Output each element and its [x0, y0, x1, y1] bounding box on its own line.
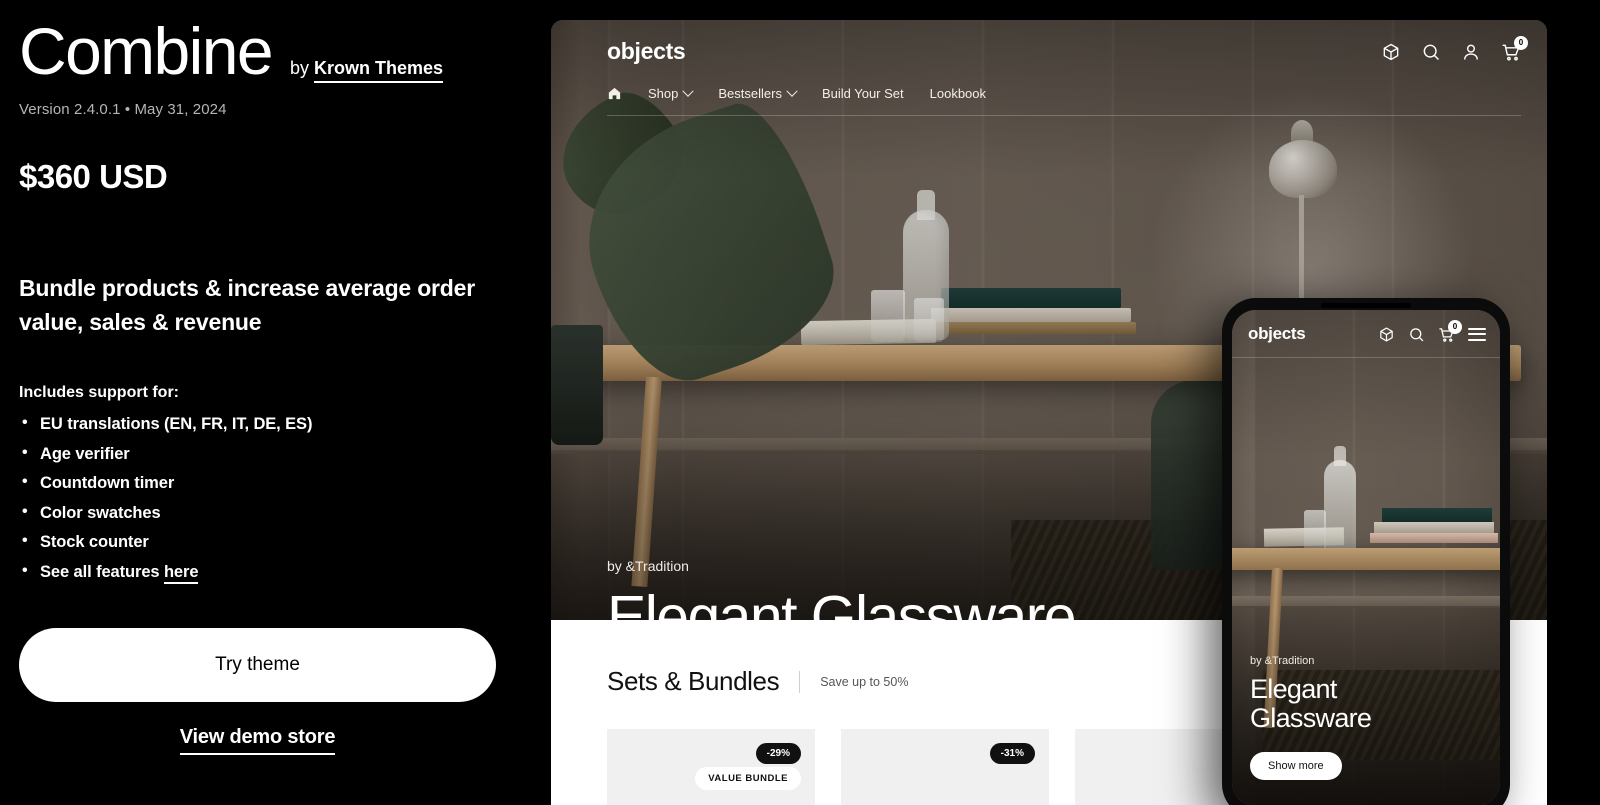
- cart-icon[interactable]: 0: [1501, 35, 1528, 62]
- nav-item-bestsellers[interactable]: Bestsellers: [718, 85, 798, 101]
- nav-item-home[interactable]: [607, 86, 622, 101]
- theme-info-sidebar: Combine by Krown Themes Version 2.4.0.1 …: [0, 0, 551, 805]
- byline: by Krown Themes: [290, 58, 443, 83]
- nav-label: Bestsellers: [718, 86, 782, 101]
- search-icon[interactable]: [1408, 326, 1425, 343]
- mobile-header: objects 0: [1232, 310, 1500, 358]
- list-item: Color swatches: [19, 503, 527, 522]
- site-nav: Shop Bestsellers Build Your Set Lookbook: [607, 85, 1521, 116]
- account-icon[interactable]: [1461, 42, 1481, 62]
- demo-link-wrap: View demo store: [19, 726, 496, 756]
- mobile-screen: objects 0 by &Tradition Elegant Glasswar…: [1232, 310, 1500, 805]
- mobile-hero-title-line1: Elegant: [1250, 674, 1337, 705]
- list-item: See all features here: [19, 562, 527, 584]
- all-features-link[interactable]: here: [163, 562, 199, 584]
- feature-list: EU translations (EN, FR, IT, DE, ES) Age…: [19, 415, 527, 584]
- byline-prefix: by: [289, 58, 309, 78]
- tagline: Bundle products & increase average order…: [19, 275, 475, 336]
- nav-item-build-your-set[interactable]: Build Your Set: [822, 86, 904, 101]
- divider: [799, 670, 801, 693]
- nav-label: Lookbook: [929, 86, 987, 101]
- home-icon: [608, 87, 621, 100]
- list-item: Countdown timer: [19, 474, 527, 493]
- bundles-subtitle: Save up to 50%: [820, 674, 909, 689]
- mobile-hero-vendor: by &Tradition: [1250, 655, 1315, 668]
- package-icon[interactable]: [1378, 326, 1395, 343]
- mobile-icon-group: 0: [1378, 319, 1486, 343]
- feature-text: Countdown timer: [40, 474, 175, 493]
- mobile-hero-copy: by &Tradition Elegant Glassware Show mor…: [1250, 655, 1372, 780]
- feature-text: EU translations (EN, FR, IT, DE, ES): [40, 415, 313, 434]
- menu-icon[interactable]: [1468, 327, 1486, 341]
- nav-item-lookbook[interactable]: Lookbook: [930, 86, 986, 101]
- search-icon[interactable]: [1421, 42, 1441, 62]
- theme-detail-page: Combine by Krown Themes Version 2.4.0.1 …: [0, 0, 1600, 805]
- phone-speaker: [1321, 303, 1411, 308]
- header-icon-group: 0: [1381, 35, 1528, 62]
- nav-item-shop[interactable]: Shop: [648, 85, 695, 101]
- title-row: Combine by Krown Themes: [19, 18, 527, 84]
- theme-preview-area: objects 0 Shop Bestsellers Build Your Se…: [551, 0, 1600, 805]
- version-date: Version 2.4.0.1 • May 31, 2024: [19, 101, 227, 118]
- value-bundle-badge: VALUE BUNDLE: [695, 767, 801, 790]
- list-item[interactable]: -29% VALUE BUNDLE: [607, 729, 815, 805]
- vendor-link[interactable]: Krown Themes: [313, 58, 443, 83]
- site-header: objects 0 Shop Bestsellers Build Your Se…: [551, 20, 1547, 116]
- cart-count-badge: 0: [1514, 35, 1528, 50]
- feature-text: Color swatches: [40, 503, 161, 522]
- chevron-down-icon: [786, 85, 798, 97]
- discount-badge: -31%: [989, 743, 1035, 764]
- nav-label: Build Your Set: [821, 86, 904, 101]
- nav-label: Shop: [648, 86, 679, 101]
- list-item[interactable]: -31%: [841, 729, 1049, 805]
- page-title: Combine: [19, 14, 274, 88]
- feature-text: Age verifier: [40, 444, 130, 463]
- mobile-show-more-button[interactable]: Show more: [1250, 752, 1342, 780]
- cart-icon[interactable]: 0: [1438, 319, 1462, 343]
- feature-text: See all features: [40, 562, 164, 581]
- mobile-preview[interactable]: objects 0 by &Tradition Elegant Glasswar…: [1222, 298, 1510, 805]
- hero-vendor: by &Tradition: [607, 558, 689, 574]
- view-demo-store-link[interactable]: View demo store: [179, 726, 335, 756]
- mobile-hero-title: Elegant Glassware: [1250, 674, 1372, 733]
- package-icon[interactable]: [1381, 42, 1401, 62]
- store-logo[interactable]: objects: [607, 38, 686, 65]
- list-item: Stock counter: [19, 533, 527, 552]
- feature-text: Stock counter: [40, 533, 149, 552]
- mobile-hero-title-line2: Glassware: [1250, 702, 1372, 733]
- mobile-store-logo[interactable]: objects: [1248, 324, 1306, 344]
- list-item: EU translations (EN, FR, IT, DE, ES): [19, 415, 527, 434]
- discount-badge: -29%: [755, 743, 801, 764]
- bundles-title: Sets & Bundles: [607, 666, 780, 696]
- site-header-row: objects 0: [607, 35, 1528, 65]
- try-theme-button[interactable]: Try theme: [19, 628, 496, 703]
- price: $360 USD: [19, 158, 168, 195]
- list-item: Age verifier: [19, 444, 527, 463]
- includes-heading: Includes support for:: [19, 384, 179, 402]
- chevron-down-icon: [682, 85, 695, 97]
- cart-count-badge: 0: [1448, 319, 1462, 334]
